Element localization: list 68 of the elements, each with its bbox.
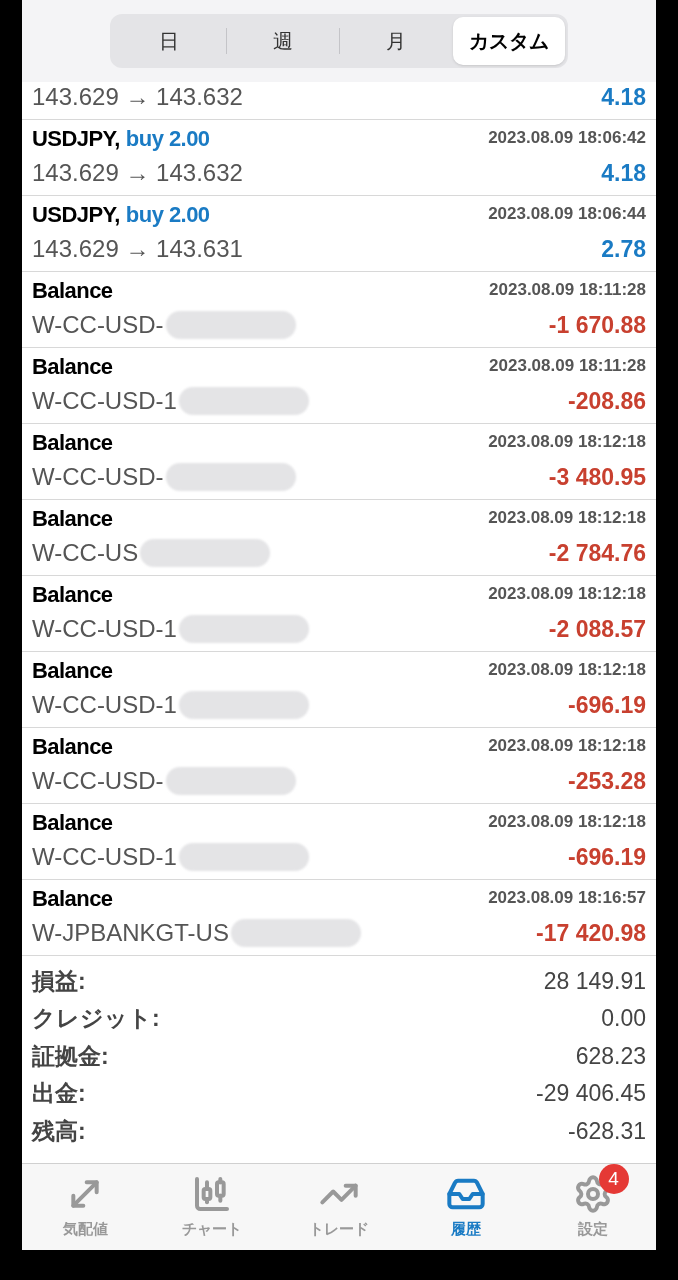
detail-label: 143.629 → 143.632 <box>32 158 243 188</box>
symbol-label: Balance <box>32 428 113 457</box>
summary-label: 損益: <box>32 966 86 996</box>
symbol-label: Balance <box>32 884 113 913</box>
period-tab[interactable]: 週 <box>226 17 339 65</box>
summary-label: 残高: <box>32 1116 86 1146</box>
time-label: 2023.08.09 18:16:57 <box>488 887 646 910</box>
time-label: 2023.08.09 18:11:28 <box>489 279 646 302</box>
period-tab[interactable]: カスタム <box>452 17 565 65</box>
time-label: 2023.08.09 18:12:18 <box>488 735 646 758</box>
detail-label: W-CC-USD- <box>32 766 164 796</box>
symbol-label: Balance <box>32 276 113 305</box>
time-label: 2023.08.09 18:12:18 <box>488 659 646 682</box>
detail-label: W-CC-USD-1 <box>32 690 177 720</box>
profit-value: -17 420.98 <box>536 918 646 948</box>
time-label: 2023.08.09 18:06:42 <box>488 127 646 150</box>
time-label: 2023.08.09 18:12:18 <box>488 507 646 530</box>
detail-label: W-JPBANKGT-US <box>32 918 229 948</box>
detail-label: W-CC-USD-1 <box>32 614 177 644</box>
detail-label: 143.629 → 143.632 <box>32 82 243 112</box>
summary-value: -628.31 <box>568 1116 646 1146</box>
symbol-label: Balance <box>32 656 113 685</box>
symbol-label: USDJPY, <box>32 200 120 229</box>
symbol-label: Balance <box>32 580 113 609</box>
summary-label: 出金: <box>32 1079 86 1108</box>
profit-value: 2.78 <box>601 234 646 264</box>
detail-label: W-CC-US <box>32 538 139 568</box>
nav-tab[interactable]: 気配値 <box>22 1164 149 1250</box>
profit-value: -2 784.76 <box>548 538 646 568</box>
time-label: 2023.08.09 18:06:44 <box>488 203 646 226</box>
profit-value: -1 670.88 <box>548 310 646 340</box>
profit-value: -696.19 <box>568 690 646 720</box>
summary-value: 628.23 <box>575 1041 646 1071</box>
time-label: 2023.08.09 18:11:28 <box>489 355 646 378</box>
symbol-label: Balance <box>32 808 113 837</box>
summary-value: 0.00 <box>601 1004 646 1033</box>
profit-value: -253.28 <box>568 766 646 796</box>
symbol-label: Balance <box>32 352 113 381</box>
detail-label: W-CC-USD-1 <box>32 386 177 416</box>
nav-tab[interactable]: 4 設定 <box>529 1164 656 1250</box>
time-label: 2023.08.09 18:12:18 <box>488 583 646 606</box>
profit-value: -696.19 <box>568 842 646 872</box>
period-tab[interactable]: 月 <box>340 17 453 65</box>
profit-value: 4.18 <box>601 158 646 188</box>
symbol-label: USDJPY, <box>32 124 120 153</box>
profit-value: -208.86 <box>568 386 646 416</box>
period-tab[interactable]: 日 <box>113 17 226 65</box>
summary-value: 28 149.91 <box>543 966 646 996</box>
nav-tab[interactable]: 履歴 <box>402 1164 530 1250</box>
profit-value: 4.18 <box>601 82 646 112</box>
summary-label: 証拠金: <box>32 1041 109 1071</box>
trade-side: buy 2.00 <box>125 124 210 153</box>
symbol-label: Balance <box>32 504 113 533</box>
detail-label: 143.629 → 143.631 <box>32 234 243 264</box>
time-label: 2023.08.09 18:12:18 <box>488 811 646 834</box>
detail-label: W-CC-USD- <box>32 310 164 340</box>
summary-value: -29 406.45 <box>536 1079 646 1108</box>
trade-side: buy 2.00 <box>125 200 210 229</box>
nav-tab[interactable]: チャート <box>148 1164 276 1250</box>
profit-value: -3 480.95 <box>548 462 646 492</box>
symbol-label: Balance <box>32 732 113 761</box>
time-label: 2023.08.09 18:12:18 <box>488 431 646 454</box>
profit-value: -2 088.57 <box>548 614 646 644</box>
notification-badge: 4 <box>598 1163 629 1194</box>
detail-label: W-CC-USD- <box>32 462 164 492</box>
detail-label: W-CC-USD-1 <box>32 842 177 872</box>
nav-tab[interactable]: トレード <box>275 1164 403 1250</box>
summary-label: クレジット: <box>32 1004 160 1033</box>
